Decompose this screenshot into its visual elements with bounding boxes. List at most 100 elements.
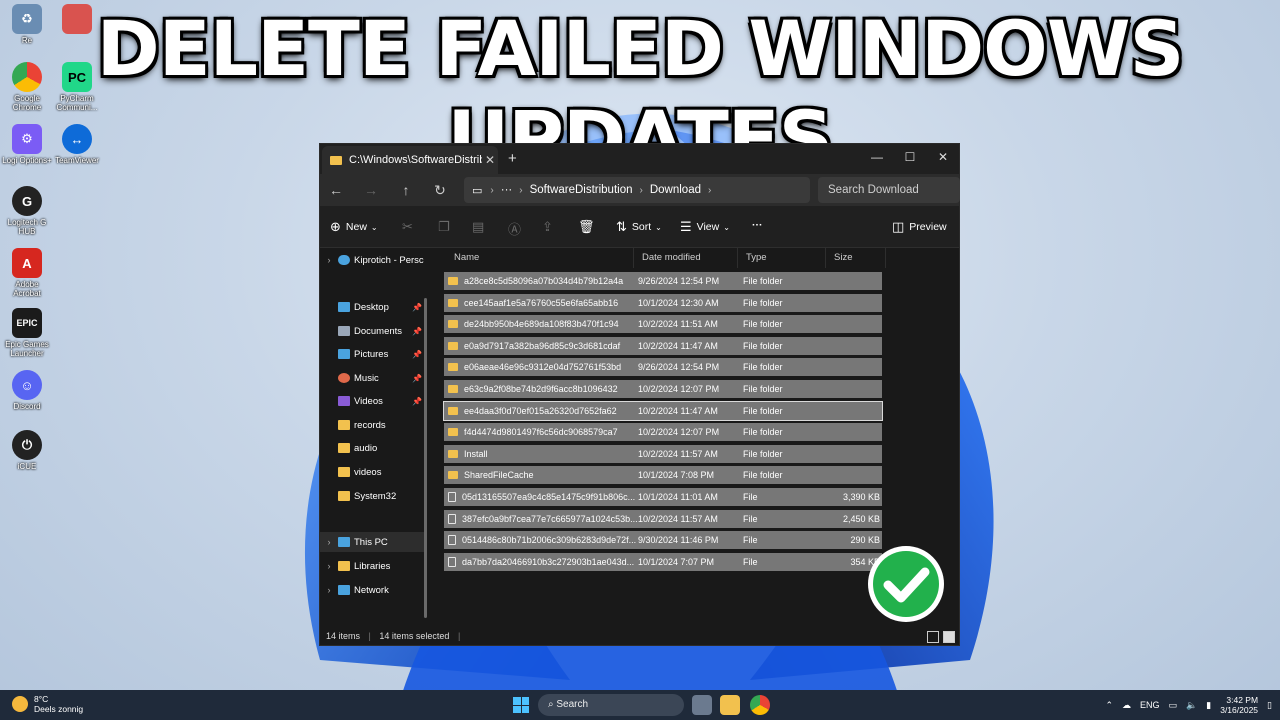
table-row[interactable]: e0a9d7917a382ba96d85c9c3d681cdaf 10/2/202… — [444, 336, 882, 355]
file-type: File folder — [743, 470, 783, 481]
nav-item-system32[interactable]: System32 — [320, 486, 424, 506]
new-tab-button[interactable]: + — [508, 150, 517, 167]
preview-button[interactable]: ◫ Preview — [892, 219, 947, 235]
minimize-button[interactable]: — — [860, 144, 894, 172]
details-view-icon[interactable] — [927, 631, 939, 643]
paste-button[interactable]: ▤ — [472, 219, 489, 235]
view-button[interactable]: ☰ View ⌄ — [680, 219, 730, 235]
table-row[interactable]: SharedFileCache 10/1/2024 7:08 PM File fol… — [444, 466, 882, 485]
cut-button[interactable]: ✂ — [402, 219, 418, 235]
file-name: 05d13165507ea9c4c85e1475c9f91b806c... — [462, 492, 636, 502]
display-icon[interactable]: ▭ — [1169, 700, 1178, 711]
system-tray: ⌃ ☁ ENG ▭ 🔈 ▮ 3:42 PM 3/16/2025 ▯ — [1105, 690, 1272, 720]
address-bar[interactable]: ▭ › ··· › SoftwareDistribution › Downloa… — [464, 177, 810, 203]
language-indicator[interactable]: ENG — [1140, 700, 1160, 710]
nav-item-desktop[interactable]: Desktop 📌 — [320, 297, 424, 317]
weather-widget[interactable]: 8°C Deels zonnig — [12, 694, 83, 714]
file-name: Install — [464, 448, 488, 459]
table-row[interactable]: de24bb950b4e689da108f83b470f1c94 10/2/202… — [444, 315, 882, 334]
close-tab-icon[interactable]: ✕ — [482, 153, 498, 167]
epic-shortcut[interactable]: EPIC Epic Games Launcher — [2, 308, 52, 358]
nav-item-this-pc[interactable]: › This PC — [320, 532, 424, 552]
overflow-dots-icon[interactable]: ··· — [501, 184, 513, 196]
chevron-up-icon[interactable]: ⌃ — [1105, 700, 1113, 711]
tiles-view-icon[interactable] — [943, 631, 955, 643]
notification-icon[interactable]: ▯ — [1267, 700, 1272, 711]
more-options-button[interactable]: ··· — [752, 219, 763, 231]
table-row[interactable]: cee145aaf1e5a76760c55e6fa65abb16 10/1/202… — [444, 293, 882, 312]
chevron-right-icon: › — [327, 537, 331, 547]
table-row[interactable]: ee4daa3f0d70ef015a26320d7652fa62 10/2/202… — [443, 400, 883, 421]
table-row[interactable]: e06aeae46e96c9312e04d752761f53bd 9/26/202… — [444, 358, 882, 377]
volume-icon[interactable]: 🔈 — [1186, 700, 1197, 711]
taskbar-search[interactable]: ⌕ Search — [538, 694, 684, 716]
nav-scrollbar[interactable] — [424, 298, 427, 618]
table-row[interactable]: f4d4474d9801497f6c56dc9068579ca7 10/2/202… — [444, 423, 882, 442]
file-name: cee145aaf1e5a76760c55e6fa65abb16 — [464, 297, 619, 308]
new-button[interactable]: ⊕ New ⌄ — [330, 219, 378, 235]
file-type: File — [743, 492, 758, 502]
search-input[interactable]: Search Download — [818, 177, 960, 203]
close-window-button[interactable]: ✕ — [926, 144, 960, 172]
delete-button[interactable]: 🗑 — [578, 219, 600, 235]
file-date: 10/2/2024 11:57 AM — [638, 513, 718, 524]
folder-icon — [448, 471, 458, 480]
share-button[interactable]: ⇪ — [542, 219, 558, 235]
ghub-shortcut[interactable]: G Logitech G HUB — [2, 186, 52, 236]
column-header-type[interactable]: Type — [738, 248, 826, 268]
breadcrumb-item[interactable]: SoftwareDistribution — [530, 184, 633, 196]
breadcrumb-item[interactable]: Download — [650, 184, 701, 196]
maximize-button[interactable]: ☐ — [893, 144, 927, 172]
file-name: a28ce8c5d58096a07b034d4b79b12a4a — [464, 276, 624, 286]
item-count: 14 items — [326, 631, 361, 641]
battery-icon[interactable]: ▮ — [1206, 700, 1211, 711]
table-row[interactable]: a28ce8c5d58096a07b034d4b79b12a4a 9/26/202… — [444, 272, 882, 290]
forward-arrow-icon[interactable]: → — [361, 180, 381, 200]
table-row[interactable]: 387efc0a9bf7cea77e7c665977a1024c53b... 10… — [444, 509, 882, 528]
folder-icon — [448, 341, 458, 350]
table-row[interactable]: da7bb7da20466910b3c272903b1ae043d... 10/1… — [444, 552, 882, 571]
discord-shortcut[interactable]: ☺ Discord — [2, 370, 52, 411]
task-view-icon[interactable] — [692, 695, 712, 715]
chrome-taskbar-icon[interactable] — [750, 695, 770, 715]
title-bar: C:\Windows\SoftwareDistrib ✕ + — ☐ ✕ — [320, 144, 959, 174]
icue-shortcut[interactable]: ⏻ iCUE — [2, 430, 52, 471]
column-header-size[interactable]: Size — [826, 248, 886, 268]
up-arrow-icon[interactable]: ↑ — [396, 180, 416, 200]
file-name: da7bb7da20466910b3c272903b1ae043d... — [462, 556, 635, 567]
nav-item-documents[interactable]: Documents 📌 — [320, 321, 424, 341]
rename-button[interactable]: Ⓐ — [508, 219, 526, 238]
file-explorer-taskbar-icon[interactable] — [720, 695, 740, 715]
clock[interactable]: 3:42 PM 3/16/2025 — [1220, 695, 1258, 715]
sort-button[interactable]: ⇅ Sort ⌄ — [616, 219, 662, 235]
onedrive-icon[interactable]: ☁ — [1122, 700, 1131, 711]
chevron-right-icon: › — [327, 585, 331, 595]
table-row[interactable]: 0514486c80b71b2006c309b6283d9de72f... 9/3… — [444, 531, 882, 550]
nav-item-videos[interactable]: Videos 📌 — [320, 391, 424, 411]
nav-item-music[interactable]: Music 📌 — [320, 368, 424, 388]
copy-button[interactable]: ❐ — [438, 219, 455, 235]
nav-item-onedrive[interactable]: › Kiprotich - Persc — [320, 250, 424, 270]
nav-item-network[interactable]: › Network — [320, 580, 424, 600]
chevron-down-icon: ⌄ — [723, 222, 730, 232]
table-row[interactable]: e63c9a2f08be74b2d9f6acc8b1096432 10/2/202… — [444, 380, 882, 398]
column-header-date[interactable]: Date modified — [634, 248, 738, 268]
refresh-icon[interactable]: ↻ — [430, 180, 450, 200]
address-toolbar: ← → ↑ ↻ ▭ › ··· › SoftwareDistribution ›… — [320, 174, 960, 206]
column-header-name[interactable]: Name — [446, 248, 634, 268]
nav-item-libraries[interactable]: › Libraries — [320, 556, 424, 576]
nav-item-pictures[interactable]: Pictures 📌 — [320, 344, 424, 364]
nav-item-records[interactable]: records — [320, 415, 424, 435]
back-arrow-icon[interactable]: ← — [326, 180, 346, 200]
file-date: 9/26/2024 12:54 PM — [638, 276, 720, 286]
start-button[interactable] — [513, 697, 529, 713]
folder-icon — [448, 277, 458, 285]
table-row[interactable]: Install 10/2/2024 11:57 AM File folder — [444, 444, 882, 463]
table-row[interactable]: 05d13165507ea9c4c85e1475c9f91b806c... 10/… — [444, 488, 882, 506]
nav-item-videos-folder[interactable]: videos — [320, 462, 424, 482]
explorer-tab[interactable]: C:\Windows\SoftwareDistrib ✕ — [322, 146, 498, 174]
acrobat-shortcut[interactable]: A Adobe Acrobat — [2, 248, 52, 298]
file-type: File — [743, 513, 758, 524]
nav-item-audio[interactable]: audio — [320, 438, 424, 458]
file-type: File folder — [743, 297, 783, 308]
